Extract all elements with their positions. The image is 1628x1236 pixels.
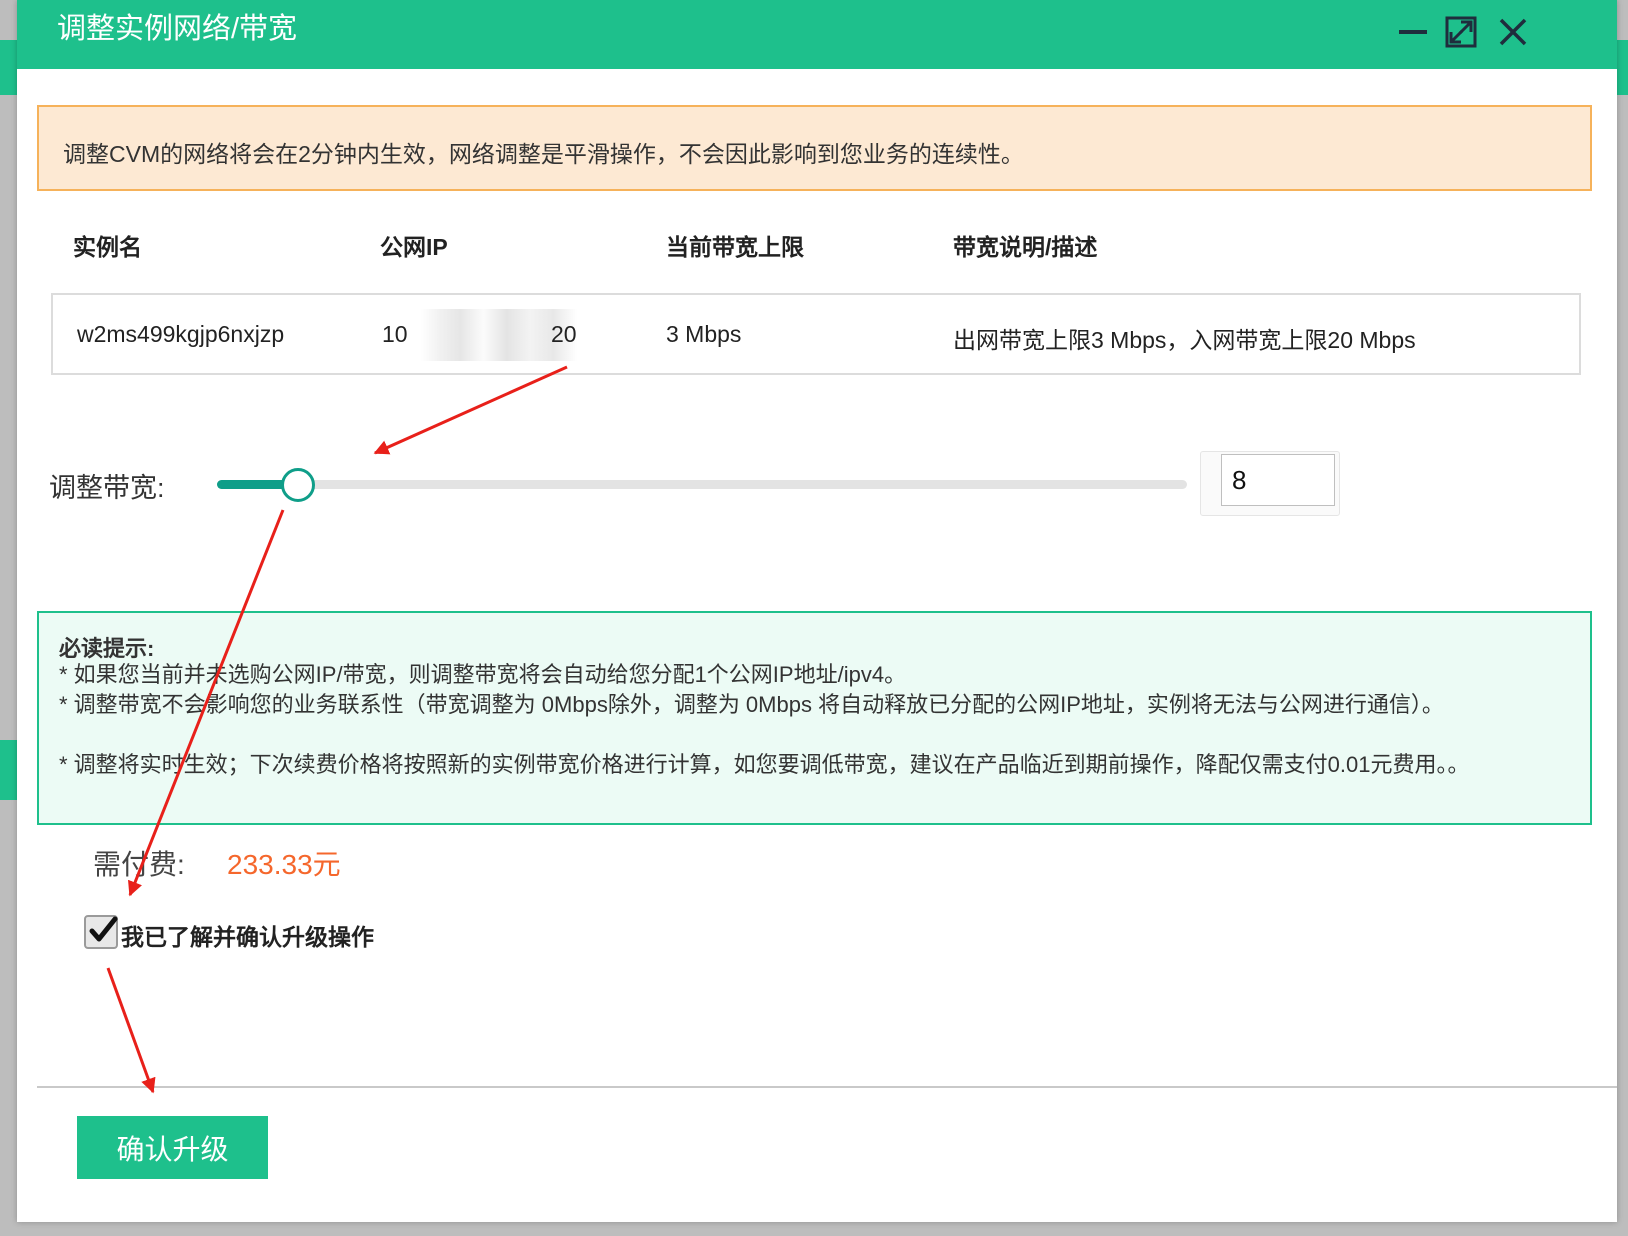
minimize-icon [1399, 30, 1427, 34]
bandwidth-input-wrapper [1200, 451, 1340, 516]
background-page-fragment [0, 740, 18, 800]
dialog-title: 调整实例网络/带宽 [57, 13, 298, 45]
column-header-current-bandwidth: 当前带宽上限 [666, 234, 804, 260]
bandwidth-label: 调整带宽: [49, 473, 165, 503]
public-ip-prefix: 10 [382, 321, 408, 347]
bandwidth-slider[interactable] [217, 468, 1187, 502]
tips-line: * 调整带宽不会影响您的业务联系性（带宽调整为 0Mbps除外，调整为 0Mbp… [59, 692, 1444, 717]
confirm-upgrade-button[interactable]: 确认升级 [77, 1116, 268, 1179]
checkmark-icon [89, 916, 118, 942]
background-page-fragment [0, 40, 18, 95]
close-icon [1499, 18, 1527, 46]
tips-line: * 如果您当前并未选购公网IP/带宽，则调整带宽将会自动给您分配1个公网IP地址… [59, 662, 907, 687]
payment-label: 需付费: [93, 849, 185, 880]
dialog-titlebar: 调整实例网络/带宽 [17, 0, 1617, 69]
column-header-instance-name: 实例名 [73, 234, 142, 260]
column-header-public-ip: 公网IP [380, 234, 448, 260]
close-button[interactable] [1495, 14, 1531, 50]
confirm-checkbox[interactable] [84, 915, 118, 949]
minimize-button[interactable] [1395, 14, 1431, 50]
public-ip-suffix: 20 [551, 321, 577, 347]
footer-divider [37, 1086, 1617, 1088]
notice-banner: 调整CVM的网络将会在2分钟内生效，网络调整是平滑操作，不会因此影响到您业务的连… [37, 105, 1592, 191]
tips-panel: 必读提示: * 如果您当前并未选购公网IP/带宽，则调整带宽将会自动给您分配1个… [37, 611, 1592, 825]
column-header-description: 带宽说明/描述 [953, 234, 1098, 260]
confirm-checkbox-label[interactable]: 我已了解并确认升级操作 [121, 918, 374, 952]
table-row: w2ms499kgjp6nxjzp 10 20 3 Mbps 出网带宽上限3 M… [51, 293, 1581, 375]
tips-line: * 调整将实时生效；下次续费价格将按照新的实例带宽价格进行计算，如您要调低带宽，… [59, 752, 1470, 777]
adjust-bandwidth-dialog: 调整实例网络/带宽 调整CVM的网络将会在2分钟内生效，网络调整是平滑操作，不会… [17, 0, 1617, 1222]
notice-text: 调整CVM的网络将会在2分钟内生效，网络调整是平滑操作，不会因此影响到您业务的连… [63, 141, 1024, 167]
maximize-button[interactable] [1443, 14, 1479, 50]
maximize-icon [1445, 16, 1477, 48]
instance-name-cell: w2ms499kgjp6nxjzp [77, 321, 285, 347]
bandwidth-input[interactable] [1221, 454, 1335, 506]
slider-handle[interactable] [280, 468, 315, 502]
description-cell: 出网带宽上限3 Mbps，入网带宽上限20 Mbps [953, 327, 1416, 353]
bandwidth-cell: 3 Mbps [666, 321, 742, 347]
payment-amount: 233.33元 [227, 849, 341, 880]
